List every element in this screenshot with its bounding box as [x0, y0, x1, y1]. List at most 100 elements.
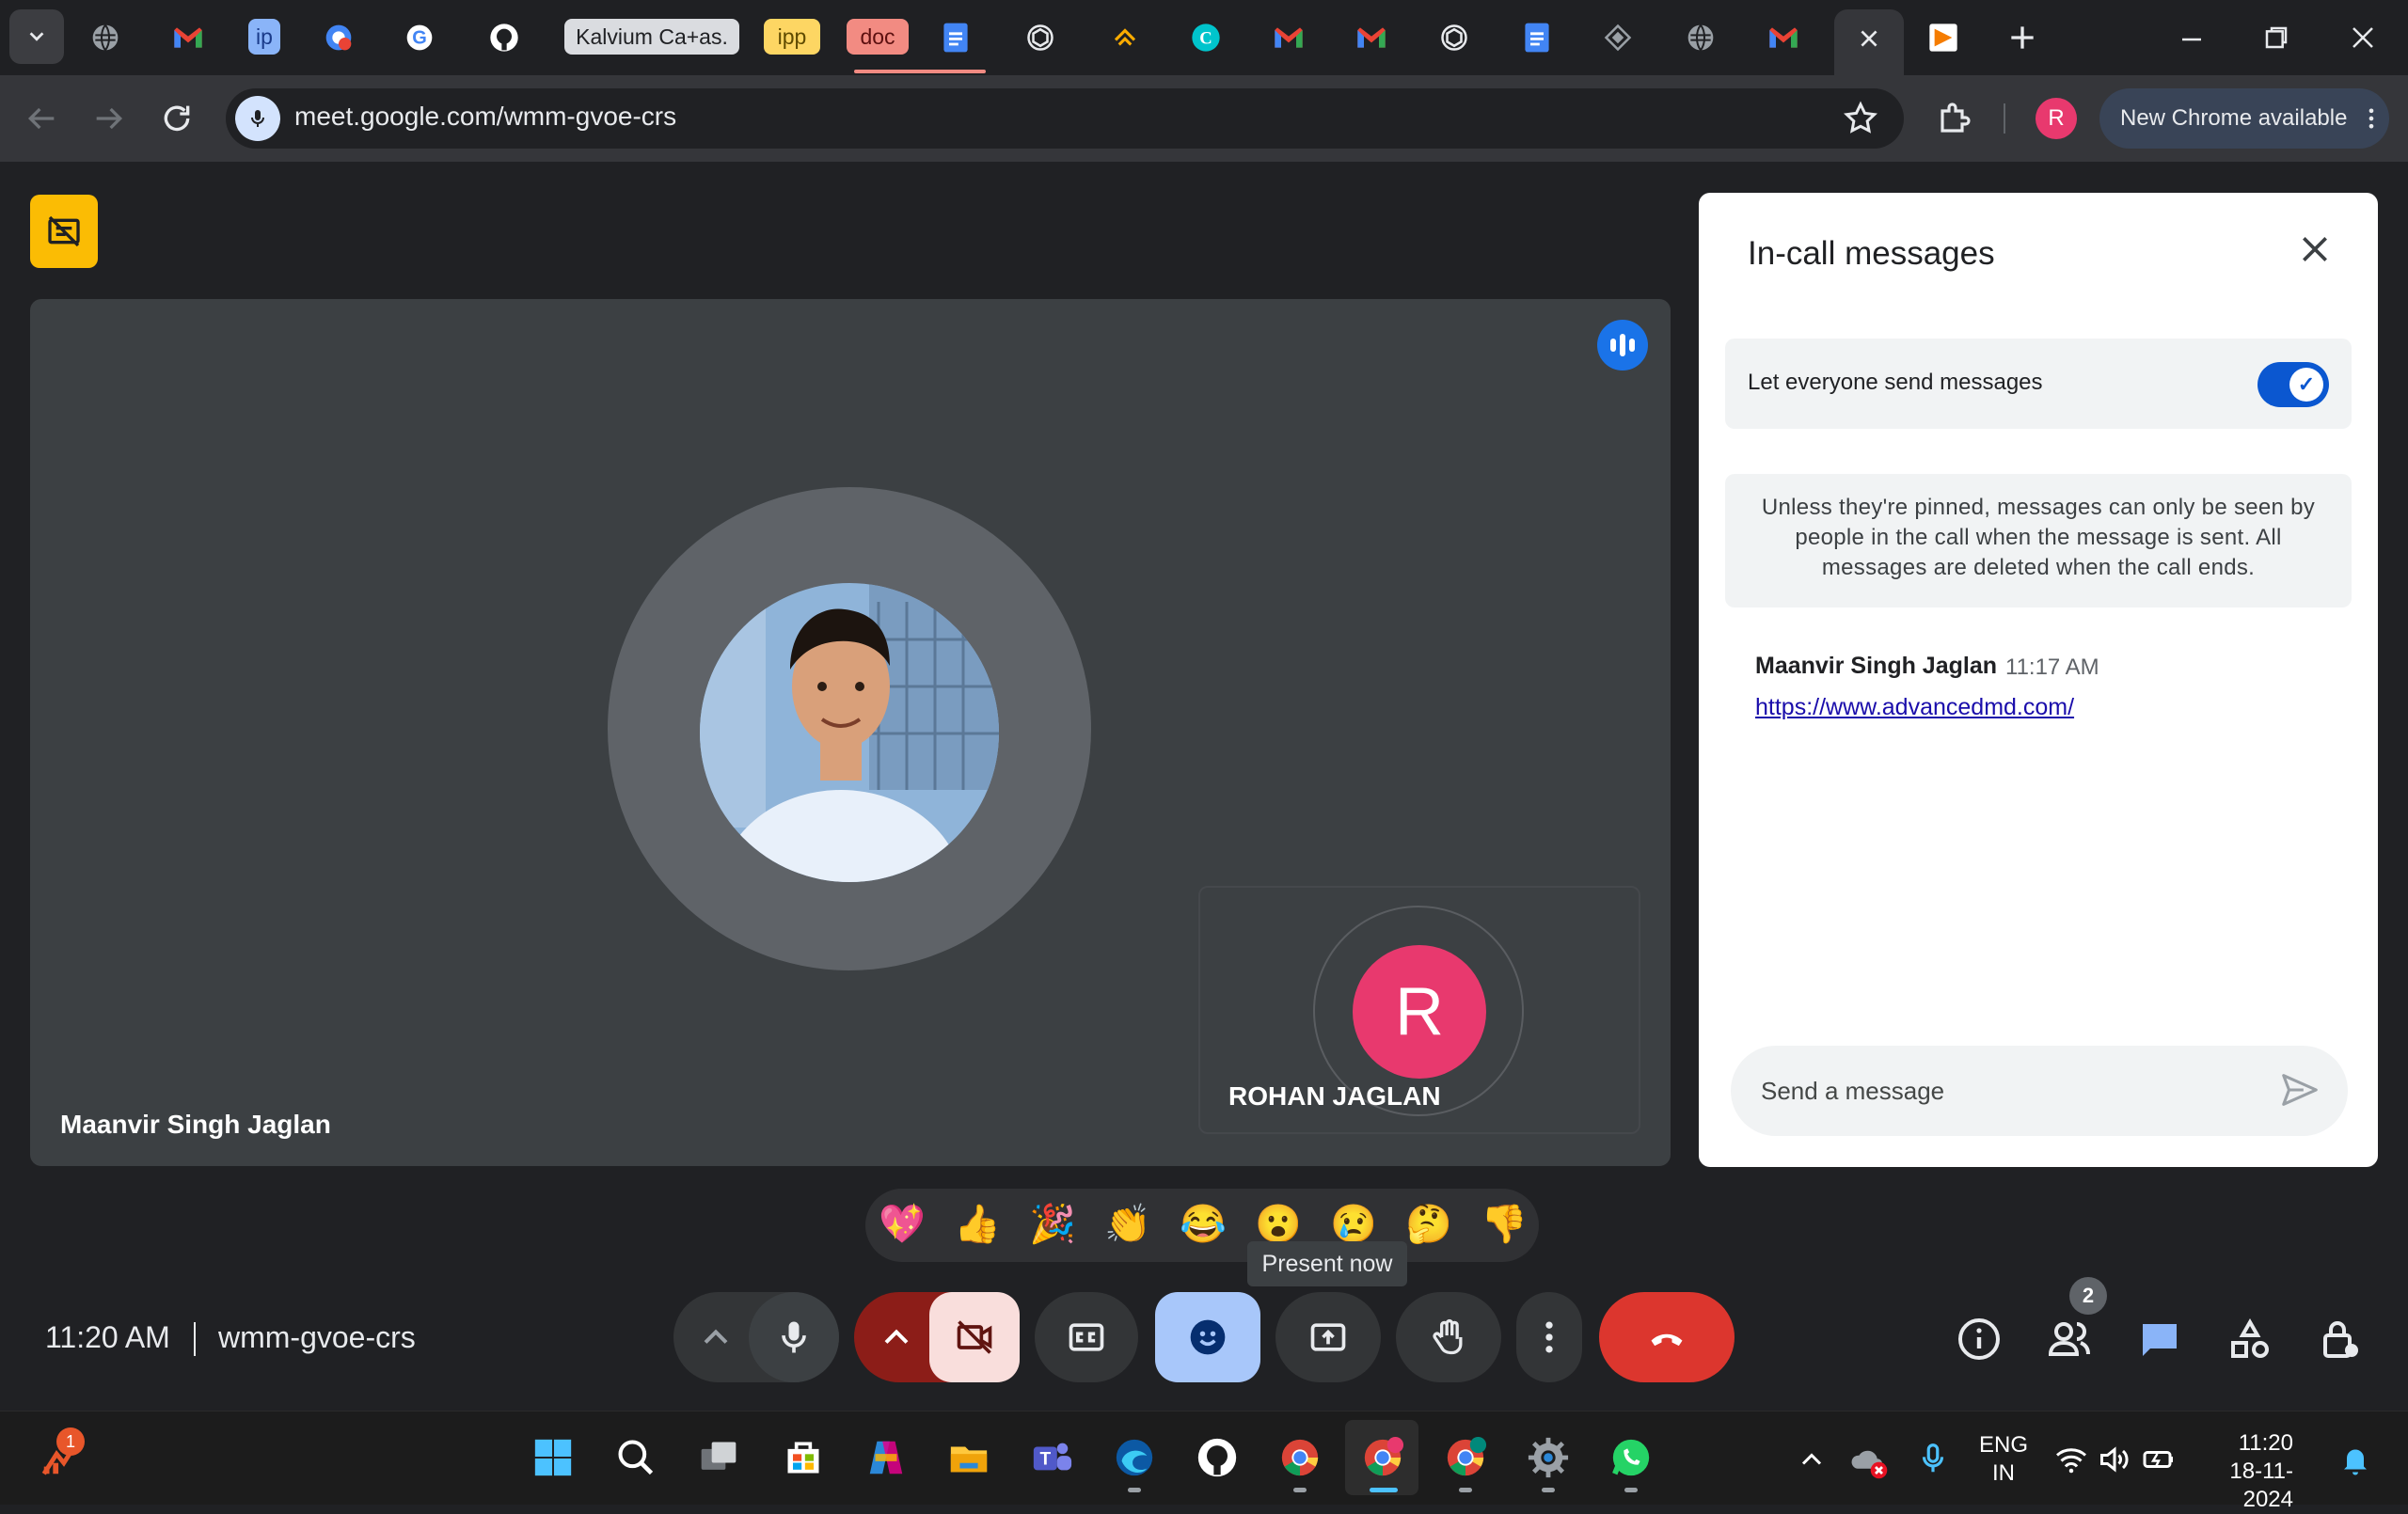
tab-chatgpt-2[interactable]: [1437, 21, 1471, 55]
tab-ipp[interactable]: ipp: [764, 19, 820, 55]
panel-close-button[interactable]: [2292, 230, 2337, 276]
tab-brave[interactable]: [1108, 21, 1142, 55]
close-tab-icon[interactable]: [1857, 26, 1881, 51]
tray-microphone-icon[interactable]: [1915, 1441, 1951, 1476]
taskbar-chrome-2[interactable]: [1356, 1431, 1409, 1484]
tray-chevron-up-icon[interactable]: [1795, 1443, 1829, 1476]
message-link[interactable]: https://www.advancedmd.com/: [1755, 694, 2074, 721]
input-language[interactable]: ENG IN: [1979, 1431, 2028, 1488]
taskbar-edge[interactable]: [1108, 1431, 1161, 1484]
activities-icon[interactable]: [2227, 1317, 2273, 1362]
leave-call-button[interactable]: [1599, 1292, 1735, 1382]
taskbar-copilot[interactable]: [860, 1431, 912, 1484]
more-options-button[interactable]: [1516, 1292, 1582, 1382]
reaction-crying[interactable]: 😢: [1330, 1202, 1377, 1247]
system-clock[interactable]: 11:20 18-11-2024: [2209, 1429, 2293, 1514]
taskbar-settings[interactable]: [1522, 1431, 1575, 1484]
reaction-joy[interactable]: 😂: [1180, 1202, 1227, 1247]
chat-icon[interactable]: [2137, 1317, 2182, 1362]
raise-hand-button[interactable]: [1396, 1292, 1501, 1382]
chrome-1-running-indicator: [1293, 1488, 1307, 1492]
taskbar-file-explorer[interactable]: [943, 1431, 995, 1484]
extensions-icon[interactable]: [1936, 98, 1975, 137]
svg-text:T: T: [1039, 1450, 1051, 1470]
onedrive-error-icon[interactable]: [1849, 1441, 1889, 1480]
window-minimize-button[interactable]: [2173, 21, 2210, 58]
new-chrome-available-button[interactable]: New Chrome available: [2099, 88, 2389, 149]
tab-github[interactable]: [487, 21, 521, 55]
host-controls-icon[interactable]: [2318, 1317, 2363, 1362]
meeting-info-icon[interactable]: [1956, 1317, 2002, 1362]
reaction-thinking[interactable]: 🤔: [1405, 1202, 1452, 1247]
taskbar-task-view[interactable]: [692, 1431, 745, 1484]
tab-meet-active[interactable]: [1834, 9, 1904, 75]
close-icon: [2303, 237, 2327, 261]
window-restore-button[interactable]: [2258, 19, 2295, 56]
tab-google[interactable]: G: [403, 21, 436, 55]
send-icon[interactable]: [2276, 1068, 2323, 1112]
wifi-icon[interactable]: [2054, 1443, 2088, 1476]
tab-gmail-4[interactable]: [1766, 21, 1800, 55]
volume-icon[interactable]: [2098, 1443, 2131, 1476]
tab-chatgpt[interactable]: [1023, 21, 1057, 55]
battery-icon[interactable]: [2141, 1443, 2177, 1476]
taskbar-chrome-1[interactable]: [1274, 1431, 1326, 1484]
reaction-party-popper[interactable]: 🎉: [1029, 1202, 1076, 1247]
window-close-button[interactable]: [2344, 19, 2382, 56]
taskbar-search[interactable]: [610, 1431, 662, 1484]
site-mic-indicator[interactable]: [235, 96, 280, 141]
taskbar-chrome-3[interactable]: [1439, 1431, 1492, 1484]
reaction-clapping[interactable]: 👏: [1104, 1202, 1151, 1247]
tab-gmail-3[interactable]: [1354, 21, 1388, 55]
url-text[interactable]: meet.google.com/wmm-gvoe-crs: [294, 102, 676, 132]
hidden-video-badge[interactable]: [30, 195, 98, 268]
forward-icon[interactable]: [90, 100, 128, 137]
present-now-button[interactable]: [1275, 1292, 1381, 1382]
present-now-tooltip: Present now: [1247, 1241, 1407, 1286]
tab-chrome-remote[interactable]: [322, 21, 356, 55]
taskbar-start[interactable]: [527, 1431, 579, 1484]
tab-search-button[interactable]: [9, 9, 64, 64]
tab-diamond[interactable]: [1601, 21, 1635, 55]
tab-globe-2[interactable]: [1684, 21, 1718, 55]
tab-doc[interactable]: doc: [847, 19, 909, 55]
tab-docs[interactable]: [939, 21, 973, 55]
reaction-surprised[interactable]: 😮: [1255, 1202, 1302, 1247]
bookmark-star-icon[interactable]: [1842, 100, 1879, 137]
captions-button[interactable]: [1035, 1292, 1138, 1382]
tab-ip[interactable]: ip: [248, 19, 280, 55]
gmail-icon: [1275, 27, 1303, 48]
taskbar-github-desktop[interactable]: [1191, 1431, 1244, 1484]
audio-options-button[interactable]: [687, 1292, 745, 1382]
back-icon[interactable]: [23, 100, 60, 137]
tab-gmail-2[interactable]: [1272, 21, 1306, 55]
tab-orange-flag[interactable]: [1926, 21, 1960, 55]
reaction-thumbs-down[interactable]: 👎: [1481, 1202, 1528, 1247]
video-options-button[interactable]: [867, 1292, 926, 1382]
tab-kalvium[interactable]: Kalvium Ca+as.: [564, 19, 739, 55]
taskbar-teams[interactable]: T: [1025, 1431, 1078, 1484]
microphone-button[interactable]: [749, 1292, 839, 1382]
self-initial: R: [1395, 974, 1444, 1049]
reaction-thumbs-up[interactable]: 👍: [954, 1202, 1001, 1247]
chatgpt-icon: [1441, 24, 1467, 51]
taskbar-whatsapp[interactable]: [1605, 1431, 1657, 1484]
tab-doc-underline: [854, 70, 986, 73]
new-tab-button[interactable]: [2004, 19, 2041, 56]
tab-gmail[interactable]: [171, 21, 205, 55]
whatsapp-running-indicator: [1624, 1488, 1638, 1492]
notifications-bell-icon[interactable]: [2338, 1443, 2372, 1476]
reload-icon[interactable]: [158, 100, 196, 137]
tab-canva[interactable]: C: [1189, 21, 1223, 55]
reaction-sparkling-heart[interactable]: 💖: [879, 1202, 926, 1247]
tab-docs-2[interactable]: [1520, 21, 1554, 55]
camera-button[interactable]: [929, 1292, 1020, 1382]
canva-icon: C: [1192, 24, 1220, 52]
profile-avatar[interactable]: R: [2036, 98, 2077, 139]
system-time: 11:20: [2238, 1430, 2293, 1456]
people-icon[interactable]: [2047, 1317, 2092, 1362]
reactions-button[interactable]: [1155, 1292, 1260, 1382]
tab-globe[interactable]: [88, 21, 122, 55]
tab-doc-label: doc: [860, 24, 895, 49]
taskbar-store[interactable]: [777, 1431, 830, 1484]
